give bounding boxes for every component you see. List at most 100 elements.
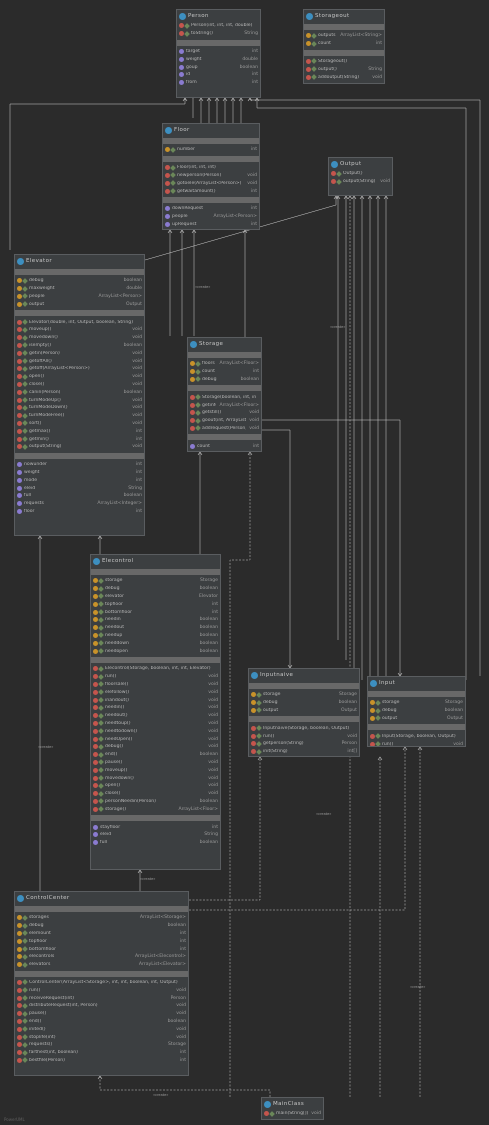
method-row[interactable]: Output() bbox=[329, 170, 392, 178]
field-row[interactable]: storage Storage bbox=[368, 699, 465, 707]
field-row[interactable]: elecontrols ArrayList<Elecontrol> bbox=[15, 953, 188, 961]
field-row[interactable]: bottomfloor int bbox=[15, 945, 188, 953]
method-row[interactable]: movedown() void bbox=[91, 774, 220, 782]
property-row[interactable]: mode int bbox=[15, 476, 144, 484]
method-row[interactable]: ControlCenter(ArrayList<Storage>, int, i… bbox=[15, 979, 188, 987]
method-row[interactable]: run() void bbox=[368, 740, 465, 746]
method-row[interactable]: receiveRequest(int) Person bbox=[15, 994, 188, 1002]
method-row[interactable]: getin(Person) void bbox=[15, 349, 144, 357]
method-row[interactable]: Inputnaive(Storage, boolean, Output) bbox=[249, 724, 359, 732]
class-person[interactable]: Person Person(int, int, int, double) toStr… bbox=[176, 9, 261, 98]
field-row[interactable]: bottomfloor int bbox=[91, 608, 220, 616]
property-row[interactable]: floor int bbox=[15, 508, 144, 516]
class-floor[interactable]: Floor number int Floor(int, int, int) newper… bbox=[162, 123, 260, 230]
method-row[interactable]: needtodown() void bbox=[91, 727, 220, 735]
method-row[interactable]: addoutput(String) void bbox=[304, 73, 384, 81]
property-row[interactable]: eleid String bbox=[91, 831, 220, 839]
field-row[interactable]: storage Storage bbox=[91, 577, 220, 585]
method-row[interactable]: Elecontrol(Storage, boolean, int, int, E… bbox=[91, 665, 220, 673]
field-row[interactable]: storages ArrayList<Storage> bbox=[15, 914, 188, 922]
method-row[interactable]: bestfile(Person) int bbox=[15, 1057, 188, 1065]
field-row[interactable]: needout boolean bbox=[91, 624, 220, 632]
property-row[interactable]: weight int bbox=[15, 469, 144, 477]
field-row[interactable]: elevator Elevator bbox=[91, 593, 220, 601]
method-row[interactable]: getperson(String) Person bbox=[249, 740, 359, 748]
method-row[interactable]: turnModeUp() void bbox=[15, 396, 144, 404]
field-row[interactable]: needup boolean bbox=[91, 632, 220, 640]
class-storage[interactable]: Storage floors ArrayList<Floor> count int deb… bbox=[187, 337, 262, 452]
method-row[interactable]: getmax() int bbox=[15, 427, 144, 435]
field-row[interactable]: elevators ArrayList<Elevator> bbox=[15, 961, 188, 969]
field-row[interactable]: storage Storage bbox=[249, 691, 359, 699]
field-row[interactable]: output Output bbox=[249, 707, 359, 715]
method-row[interactable]: run() void bbox=[249, 732, 359, 740]
property-row[interactable]: requests ArrayList<Integer> bbox=[15, 500, 144, 508]
method-row[interactable]: inited() void bbox=[15, 1025, 188, 1033]
method-row[interactable]: close() void bbox=[91, 790, 220, 798]
field-row[interactable]: needdown boolean bbox=[91, 639, 220, 647]
method-row[interactable]: isempty() boolean bbox=[15, 342, 144, 350]
method-row[interactable]: personNeedin(Person) boolean bbox=[91, 798, 220, 806]
method-row[interactable]: distributeRequest(int, Person) void bbox=[15, 1002, 188, 1010]
field-row[interactable]: debug boolean bbox=[249, 699, 359, 707]
field-row[interactable]: floors ArrayList<Floor> bbox=[188, 360, 261, 368]
method-row[interactable]: toString() String bbox=[177, 30, 260, 38]
field-row[interactable]: count int bbox=[304, 40, 384, 48]
method-row[interactable]: end() boolean bbox=[15, 1018, 188, 1026]
method-row[interactable]: getstill() void bbox=[188, 409, 261, 417]
class-input[interactable]: Input storage Storage debug boolean output Out… bbox=[367, 676, 466, 747]
method-row[interactable]: storage() ArrayList<Floor> bbox=[91, 805, 220, 813]
method-row[interactable]: sort() void bbox=[15, 420, 144, 428]
method-row[interactable]: newperson(Person) void bbox=[163, 172, 259, 180]
class-storageout[interactable]: Storageout outputs ArrayList<String> count i… bbox=[303, 9, 385, 84]
property-row[interactable]: downRequest int bbox=[163, 205, 259, 213]
method-row[interactable]: main(String[]) void bbox=[262, 1110, 323, 1118]
field-row[interactable]: number int bbox=[163, 146, 259, 154]
method-row[interactable]: Elevator(double, int, Output, boolean, S… bbox=[15, 318, 144, 326]
method-row[interactable]: open() void bbox=[91, 782, 220, 790]
class-controlcenter[interactable]: ControlCenter storages ArrayList<Storage> d… bbox=[14, 891, 189, 1076]
method-row[interactable]: canin(Person) boolean bbox=[15, 388, 144, 396]
method-row[interactable]: run() void bbox=[91, 673, 220, 681]
field-row[interactable]: count int bbox=[188, 368, 261, 376]
property-row[interactable]: stayfloor int bbox=[91, 823, 220, 831]
method-row[interactable]: turnModeFree() void bbox=[15, 412, 144, 420]
method-row[interactable]: requests() Storage bbox=[15, 1041, 188, 1049]
property-row[interactable]: goup boolean bbox=[177, 63, 260, 71]
property-row[interactable]: nowunder int bbox=[15, 461, 144, 469]
method-row[interactable]: moveup() void bbox=[91, 766, 220, 774]
method-row[interactable]: Storage(boolean, int, int) bbox=[188, 393, 261, 401]
method-row[interactable]: end() boolean bbox=[91, 751, 220, 759]
property-row[interactable]: full boolean bbox=[15, 492, 144, 500]
property-row[interactable]: target int bbox=[177, 48, 260, 56]
field-row[interactable]: debug boolean bbox=[15, 277, 144, 285]
field-row[interactable]: needopen boolean bbox=[91, 647, 220, 655]
property-row[interactable]: count int bbox=[188, 442, 261, 450]
method-row[interactable]: Floor(int, int, int) bbox=[163, 164, 259, 172]
field-row[interactable]: needin boolean bbox=[91, 616, 220, 624]
property-row[interactable]: weight double bbox=[177, 55, 260, 63]
property-row[interactable]: id int bbox=[177, 71, 260, 79]
field-row[interactable]: topfloor int bbox=[91, 600, 220, 608]
method-row[interactable]: moveup() void bbox=[15, 326, 144, 334]
method-row[interactable]: getoffAll() void bbox=[15, 357, 144, 365]
method-row[interactable]: addrequest(Person, boolean)void bbox=[188, 425, 261, 433]
method-row[interactable]: needtoup() void bbox=[91, 720, 220, 728]
class-output[interactable]: Output Output() output(String) void bbox=[328, 157, 393, 196]
method-row[interactable]: inandout() void bbox=[91, 696, 220, 704]
method-row[interactable]: getwaitamount() int bbox=[163, 187, 259, 195]
method-row[interactable]: goout(int, ArrayList<Person>)void bbox=[188, 417, 261, 425]
field-row[interactable]: outputs ArrayList<String> bbox=[304, 32, 384, 40]
method-row[interactable]: farthest(int, boolean) int bbox=[15, 1049, 188, 1057]
method-row[interactable]: turnModeDown() void bbox=[15, 404, 144, 412]
field-row[interactable]: elemount int bbox=[15, 930, 188, 938]
method-row[interactable]: stoplife(int) void bbox=[15, 1033, 188, 1041]
field-row[interactable]: debug boolean bbox=[188, 376, 261, 384]
field-row[interactable]: topfloor int bbox=[15, 937, 188, 945]
method-row[interactable]: init(String) int[] bbox=[249, 748, 359, 756]
field-row[interactable]: maxweight double bbox=[15, 285, 144, 293]
class-elecontrol[interactable]: Elecontrol storage Storage debug boolean elev… bbox=[90, 554, 221, 870]
method-row[interactable]: elefollow() void bbox=[91, 688, 220, 696]
field-row[interactable]: people ArrayList<Person> bbox=[15, 293, 144, 301]
method-row[interactable]: run() void bbox=[15, 986, 188, 994]
